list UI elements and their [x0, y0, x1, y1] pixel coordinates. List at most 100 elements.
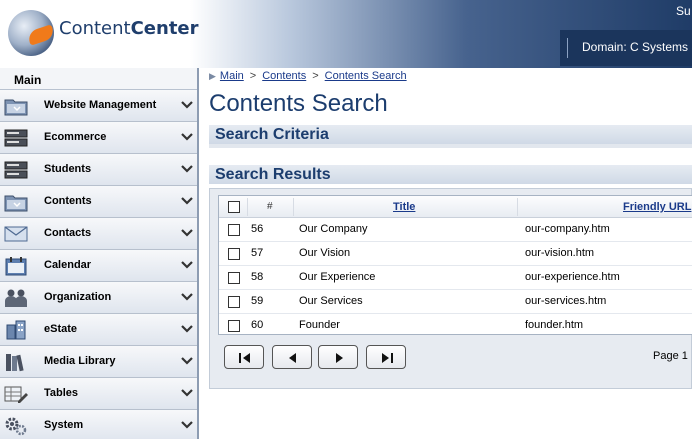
- calendar-icon: [5, 257, 27, 276]
- row-checkbox[interactable]: [228, 320, 240, 332]
- first-page-button[interactable]: [224, 345, 264, 369]
- breadcrumb-contents[interactable]: Contents: [262, 70, 306, 82]
- previous-page-button[interactable]: [272, 345, 312, 369]
- sidebar: Main Website Management Ecommerce Studen…: [0, 68, 199, 439]
- row-url: our-company.htm: [525, 223, 610, 235]
- row-title: Our Vision: [299, 247, 351, 259]
- row-id: 57: [251, 247, 264, 259]
- sidebar-item-label: Media Library: [44, 355, 116, 367]
- sidebar-item-label: Students: [44, 163, 92, 175]
- row-checkbox[interactable]: [228, 248, 240, 260]
- page-title: Contents Search: [209, 90, 388, 117]
- chevron-down-icon[interactable]: [181, 354, 193, 368]
- sidebar-item-contacts[interactable]: Contacts: [0, 218, 197, 250]
- row-url: our-services.htm: [525, 295, 607, 307]
- header-divider: [567, 38, 568, 58]
- breadcrumb-arrow-icon: ▶: [209, 71, 216, 81]
- table-row[interactable]: 57 Our Vision our-vision.htm: [219, 242, 692, 266]
- row-url: founder.htm: [525, 319, 584, 331]
- user-name[interactable]: Su: [676, 4, 691, 18]
- sidebar-item-label: eState: [44, 323, 78, 335]
- section-divider: [209, 144, 692, 148]
- sidebar-item-label: Calendar: [44, 259, 92, 271]
- column-header-friendly-url[interactable]: Friendly URL: [623, 201, 691, 213]
- server-icon: [4, 161, 28, 179]
- sidebar-item-website-management[interactable]: Website Management: [0, 90, 197, 122]
- domain-label: Domain: C Systems S: [582, 40, 692, 54]
- breadcrumb-separator: >: [249, 70, 257, 82]
- sidebar-item-ecommerce[interactable]: Ecommerce: [0, 122, 197, 154]
- row-id: 56: [251, 223, 264, 235]
- search-results-header[interactable]: Search Results: [209, 164, 692, 184]
- sidebar-item-students[interactable]: Students: [0, 154, 197, 186]
- chevron-down-icon[interactable]: [181, 418, 193, 432]
- table-row[interactable]: 56 Our Company our-company.htm: [219, 218, 692, 242]
- sidebar-item-estate[interactable]: eState: [0, 314, 197, 346]
- next-page-icon: [336, 353, 343, 363]
- chevron-down-icon[interactable]: [181, 386, 193, 400]
- section-title: Search Results: [215, 166, 331, 183]
- server-icon: [4, 129, 28, 147]
- books-icon: [6, 354, 24, 372]
- table-row[interactable]: 59 Our Services our-services.htm: [219, 290, 692, 314]
- first-page-icon: [239, 353, 250, 363]
- previous-page-icon: [289, 353, 296, 363]
- sidebar-item-media-library[interactable]: Media Library: [0, 346, 197, 378]
- row-checkbox[interactable]: [228, 224, 240, 236]
- row-id: 58: [251, 271, 264, 283]
- breadcrumb-contents-search[interactable]: Contents Search: [325, 70, 407, 82]
- last-page-icon: [382, 353, 393, 363]
- row-title: Our Services: [299, 295, 363, 307]
- column-divider: [247, 198, 248, 216]
- building-icon: [6, 320, 26, 340]
- section-title: Search Criteria: [215, 126, 329, 143]
- folder-icon: [4, 195, 28, 212]
- results-panel: # Title Friendly URL 56 Our Company our-…: [209, 188, 692, 389]
- chevron-down-icon[interactable]: [181, 322, 193, 336]
- sidebar-item-label: Organization: [44, 291, 112, 303]
- folder-icon: [4, 99, 28, 116]
- sidebar-item-label: System: [44, 419, 84, 431]
- sidebar-item-contents[interactable]: Contents: [0, 186, 197, 218]
- page-indicator: Page 1: [653, 350, 688, 362]
- row-url: our-experience.htm: [525, 271, 620, 283]
- chevron-down-icon[interactable]: [181, 98, 193, 112]
- sidebar-item-calendar[interactable]: Calendar: [0, 250, 197, 282]
- row-checkbox[interactable]: [228, 272, 240, 284]
- sidebar-item-system[interactable]: System: [0, 410, 197, 439]
- chevron-down-icon[interactable]: [181, 290, 193, 304]
- chevron-down-icon[interactable]: [181, 226, 193, 240]
- chevron-down-icon[interactable]: [181, 130, 193, 144]
- table-row[interactable]: 60 Founder founder.htm: [219, 314, 692, 334]
- table-row[interactable]: 58 Our Experience our-experience.htm: [219, 266, 692, 290]
- sidebar-item-label: Website Management: [44, 99, 157, 111]
- column-header-title[interactable]: Title: [393, 201, 415, 213]
- app-header: ContentCenter Su Domain: C Systems S: [0, 0, 692, 68]
- row-title: Founder: [299, 319, 340, 331]
- row-id: 59: [251, 295, 264, 307]
- row-url: our-vision.htm: [525, 247, 595, 259]
- select-all-checkbox[interactable]: [228, 201, 240, 213]
- envelope-icon: [4, 226, 28, 242]
- sidebar-item-label: Tables: [44, 387, 79, 399]
- row-title: Our Experience: [299, 271, 376, 283]
- next-page-button[interactable]: [318, 345, 358, 369]
- row-checkbox[interactable]: [228, 296, 240, 308]
- chevron-down-icon[interactable]: [181, 162, 193, 176]
- breadcrumb-separator: >: [312, 70, 319, 82]
- row-title: Our Company: [299, 223, 368, 235]
- chevron-down-icon[interactable]: [181, 258, 193, 272]
- chevron-down-icon[interactable]: [181, 194, 193, 208]
- logo-icon: [8, 10, 56, 56]
- last-page-button[interactable]: [366, 345, 406, 369]
- column-header-number: #: [267, 201, 273, 212]
- sidebar-item-label: Ecommerce: [44, 131, 107, 143]
- sidebar-item-tables[interactable]: Tables: [0, 378, 197, 410]
- table-pencil-icon: [4, 386, 28, 403]
- column-divider: [517, 198, 518, 216]
- breadcrumb-main[interactable]: Main: [220, 70, 244, 82]
- people-icon: [5, 289, 27, 307]
- search-criteria-header[interactable]: Search Criteria: [209, 124, 692, 144]
- gears-icon: [5, 417, 27, 436]
- sidebar-item-organization[interactable]: Organization: [0, 282, 197, 314]
